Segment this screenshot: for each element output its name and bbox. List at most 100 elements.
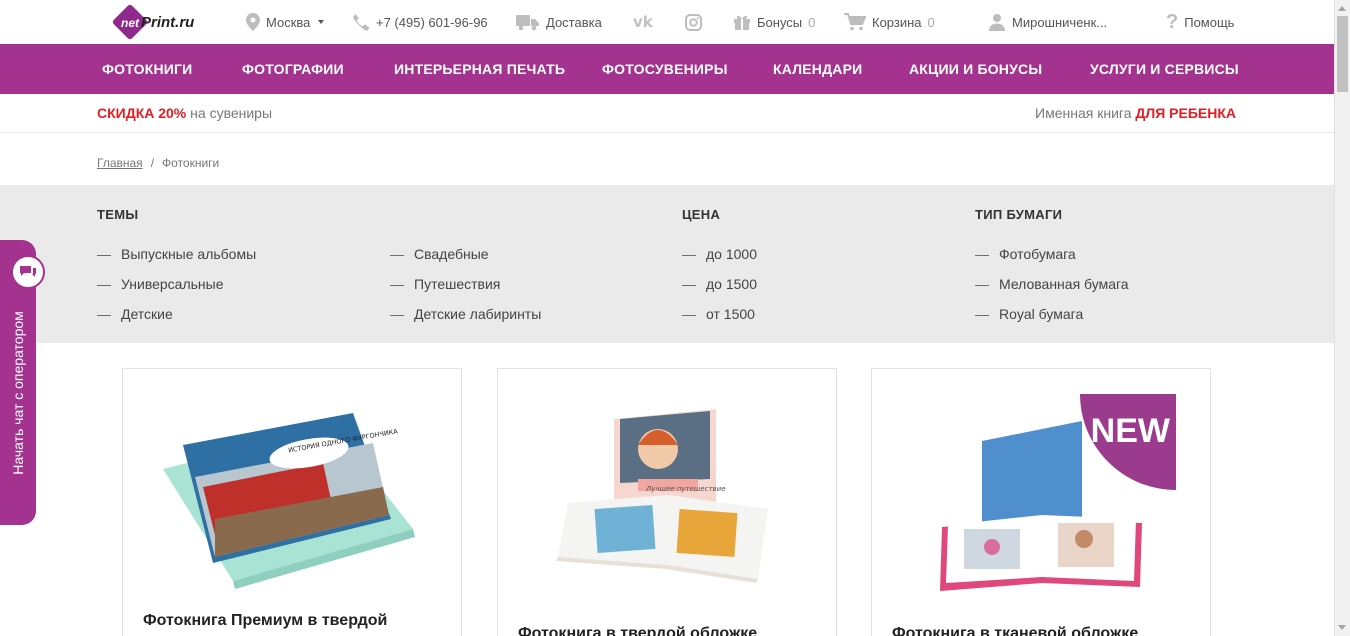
dash: —	[390, 306, 404, 322]
cover-text: Лучшее путешествие	[645, 485, 726, 493]
product-title: Фотокнига Премиум в твердой	[143, 612, 388, 629]
breadcrumb: Главная / Фотокниги	[97, 156, 219, 170]
phone-number: +7 (495) 601-96-96	[376, 14, 488, 30]
promo-discount: СКИДКА 20%	[97, 105, 187, 121]
nav-item-photos[interactable]: ФОТОГРАФИИ	[242, 44, 344, 94]
truck-icon	[516, 13, 540, 31]
gift-icon	[733, 13, 751, 31]
product-card-premium[interactable]: ИСТОРИЯ ОДНОГО ФУРГОНЧИКА Фотокнига Прем…	[122, 368, 462, 636]
phone-link[interactable]: +7 (495) 601-96-96	[352, 0, 488, 44]
filter-heading-paper: ТИП БУМАГИ	[975, 207, 1063, 222]
filter-theme-travel[interactable]: — Путешествия	[390, 276, 500, 292]
filter-theme-mazes[interactable]: — Детские лабиринты	[390, 306, 541, 322]
filter-price-from-1500[interactable]: — от 1500	[682, 306, 755, 322]
dash: —	[682, 246, 696, 262]
instagram-icon	[685, 13, 702, 31]
filter-paper-photo[interactable]: — Фотобумага	[975, 246, 1076, 262]
filter-label: Универсальные	[121, 276, 224, 292]
cart-link[interactable]: Корзина 0	[844, 0, 935, 44]
filter-label: до 1000	[706, 246, 757, 262]
user-icon	[988, 13, 1006, 31]
product-title: Фотокнига в тканевой обложке	[892, 625, 1139, 636]
dash: —	[97, 246, 111, 262]
location-pin-icon	[246, 13, 260, 31]
bonuses-count: 0	[808, 14, 816, 30]
city-selector[interactable]: Москва	[246, 0, 325, 44]
help-label: Помощь	[1184, 14, 1235, 30]
vk-link[interactable]: vk	[633, 0, 653, 44]
promo-book-text: Именная книга	[1035, 105, 1132, 121]
bonuses-label: Бонусы	[757, 14, 803, 30]
scroll-down-icon[interactable]	[1338, 625, 1346, 630]
filter-price-1500[interactable]: — до 1500	[682, 276, 757, 292]
filter-theme-kids[interactable]: — Детские	[97, 306, 173, 322]
chat-bubble-icon[interactable]	[11, 255, 45, 289]
dash: —	[975, 276, 989, 292]
cart-icon	[844, 13, 866, 31]
product-image-premium: ИСТОРИЯ ОДНОГО ФУРГОНЧИКА	[163, 413, 415, 589]
bonuses-link[interactable]: Бонусы 0	[733, 0, 815, 44]
dash: —	[682, 306, 696, 322]
nav-item-promotions[interactable]: АКЦИИ И БОНУСЫ	[909, 44, 1042, 94]
scrollbar[interactable]	[1334, 0, 1350, 636]
filter-label: Путешествия	[414, 276, 501, 292]
city-label: Москва	[266, 14, 311, 30]
product-title: Фотокнига в твердой обложке	[518, 625, 758, 636]
chat-label[interactable]: Начать чат с оператором	[10, 311, 26, 475]
delivery-label: Доставка	[546, 14, 602, 30]
product-card-fabric[interactable]: NEW Фотокнига в тканевой обложке	[871, 368, 1211, 636]
scroll-thumb[interactable]	[1337, 16, 1348, 92]
nav-item-photobooks[interactable]: ФОТОКНИГИ	[102, 44, 192, 94]
filter-label: Выпускные альбомы	[121, 246, 257, 262]
filter-label: Детские	[121, 306, 173, 322]
scroll-up-icon[interactable]	[1338, 6, 1346, 11]
dash: —	[975, 246, 989, 262]
main-nav: ФОТОКНИГИ ФОТОГРАФИИ ИНТЕРЬЕРНАЯ ПЕЧАТЬ …	[0, 44, 1334, 94]
dash: —	[682, 276, 696, 292]
filter-theme-universal[interactable]: — Универсальные	[97, 276, 224, 292]
promo-book-accent: ДЛЯ РЕБЕНКА	[1135, 105, 1236, 121]
dash: —	[97, 276, 111, 292]
logo[interactable]: net Print.ru	[111, 3, 194, 41]
promo-kids-book-link[interactable]: Именная книга ДЛЯ РЕБЕНКА	[1035, 105, 1236, 121]
nav-item-services[interactable]: УСЛУГИ И СЕРВИСЫ	[1090, 44, 1239, 94]
filter-label: от 1500	[706, 306, 755, 322]
product-image-hardcover: Лучшее путешествие	[556, 409, 768, 583]
promo-strip: СКИДКА 20% на сувениры Именная книга ДЛЯ…	[0, 94, 1334, 133]
filter-heading-price: ЦЕНА	[682, 207, 721, 222]
cart-count: 0	[927, 14, 935, 30]
promo-discount-text: на сувениры	[190, 105, 273, 121]
dash: —	[390, 276, 404, 292]
instagram-link[interactable]	[685, 0, 702, 44]
filter-label: Свадебные	[414, 246, 489, 262]
filter-label: Фотобумага	[999, 246, 1076, 262]
filter-paper-coated[interactable]: — Мелованная бумага	[975, 276, 1129, 292]
breadcrumb-home[interactable]: Главная	[97, 156, 143, 170]
filter-label: Детские лабиринты	[414, 306, 542, 322]
phone-icon	[352, 13, 370, 31]
question-icon: ?	[1166, 10, 1179, 33]
product-card-hardcover[interactable]: Лучшее путешествие Фотокнига в твердой о…	[497, 368, 837, 636]
vk-icon: vk	[633, 13, 653, 31]
user-menu[interactable]: Мирошниченк...	[988, 0, 1107, 44]
nav-item-souvenirs[interactable]: ФОТОСУВЕНИРЫ	[602, 44, 728, 94]
filter-theme-graduation[interactable]: — Выпускные альбомы	[97, 246, 256, 262]
filter-price-1000[interactable]: — до 1000	[682, 246, 757, 262]
help-link[interactable]: ? Помощь	[1166, 0, 1234, 44]
promo-souvenirs-link[interactable]: СКИДКА 20% на сувениры	[97, 105, 272, 121]
nav-item-calendars[interactable]: КАЛЕНДАРИ	[773, 44, 862, 94]
delivery-link[interactable]: Доставка	[516, 0, 602, 44]
filter-label: до 1500	[706, 276, 757, 292]
top-bar: net Print.ru Москва +7 (495) 601-96-96 До…	[0, 0, 1334, 44]
dash: —	[390, 246, 404, 262]
filter-label: Royal бумага	[999, 306, 1084, 322]
nav-item-interior-print[interactable]: ИНТЕРЬЕРНАЯ ПЕЧАТЬ	[394, 44, 565, 94]
chevron-down-icon	[318, 20, 325, 24]
user-name: Мирошниченк...	[1012, 14, 1108, 30]
filter-paper-royal[interactable]: — Royal бумага	[975, 306, 1083, 322]
cart-label: Корзина	[872, 14, 922, 30]
breadcrumb-current: Фотокниги	[162, 156, 220, 170]
filter-label: Мелованная бумага	[999, 276, 1129, 292]
filter-theme-wedding[interactable]: — Свадебные	[390, 246, 489, 262]
breadcrumb-separator: /	[150, 156, 155, 170]
